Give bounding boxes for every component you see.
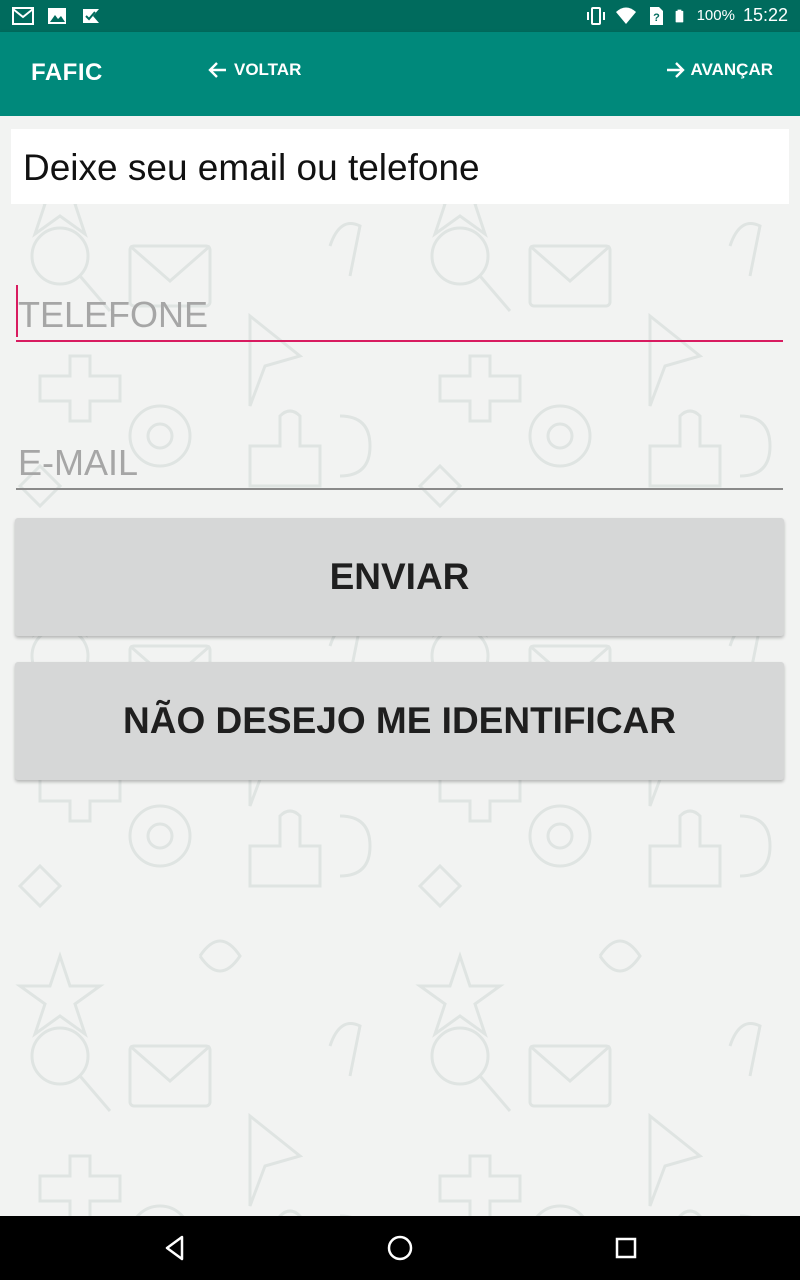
phone-field[interactable] [16, 282, 783, 342]
recents-square-icon[interactable] [613, 1234, 639, 1262]
battery-icon [675, 9, 683, 22]
back-button-label: VOLTAR [234, 60, 302, 79]
home-circle-icon[interactable] [386, 1234, 414, 1262]
text-cursor [16, 285, 18, 337]
app-title: FAFIC [31, 59, 103, 86]
gmail-icon [12, 7, 34, 25]
next-button-label: AVANÇAR [690, 60, 773, 79]
send-button[interactable]: ENVIAR [15, 518, 784, 636]
battery-level: 100% [696, 7, 735, 24]
svg-text:?: ? [653, 12, 660, 24]
app-bar: FAFIC VOLTAR AVANÇAR [0, 32, 800, 116]
email-input[interactable] [16, 430, 783, 490]
system-nav-bar [0, 1216, 800, 1280]
wifi-icon [615, 7, 636, 24]
no-sim-icon: ? [649, 6, 663, 25]
check-task-icon [83, 9, 99, 23]
arrow-left-icon [208, 62, 226, 78]
email-field[interactable] [16, 430, 783, 490]
back-button[interactable]: VOLTAR [206, 58, 301, 82]
anonymous-button[interactable]: NÃO DESEJO ME IDENTIFICAR [15, 662, 784, 780]
email-underline [16, 488, 783, 490]
image-icon [48, 8, 66, 24]
next-button[interactable]: AVANÇAR [663, 58, 773, 82]
form-heading: Deixe seu email ou telefone [11, 129, 789, 204]
back-triangle-icon[interactable] [162, 1234, 188, 1262]
clock: 15:22 [742, 5, 788, 25]
vibrate-icon [586, 6, 605, 25]
status-bar: ? 100% 15:22 [0, 0, 800, 32]
phone-underline [16, 340, 783, 342]
arrow-right-icon [666, 62, 685, 78]
phone-input[interactable] [16, 282, 783, 342]
